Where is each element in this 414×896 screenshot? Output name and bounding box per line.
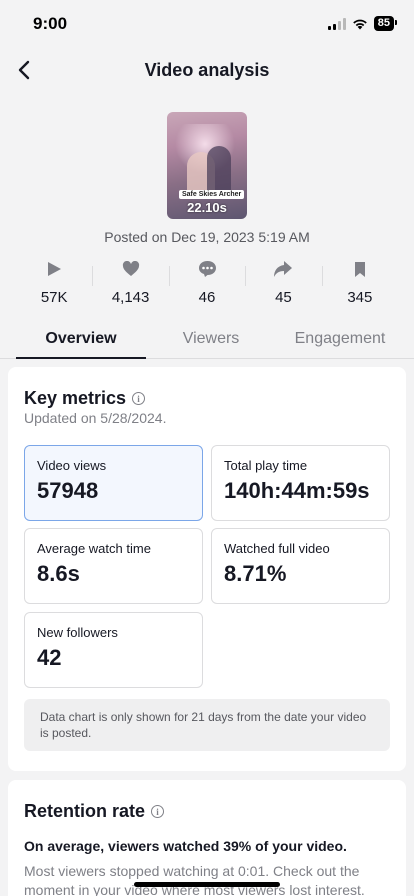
stat-views[interactable]: 57K — [16, 258, 92, 308]
key-metrics-card: Key metrics i Updated on 5/28/2024. Vide… — [8, 367, 406, 771]
stat-value: 57K — [40, 289, 68, 306]
metric-watched-full-video[interactable]: Watched full video 8.71% — [211, 528, 390, 604]
status-bar: 9:00 85 — [0, 0, 414, 48]
status-time: 9:00 — [33, 14, 68, 33]
posted-date: Posted on Dec 19, 2023 5:19 AM — [104, 229, 310, 245]
bookmark-icon — [354, 261, 365, 277]
tab-bar: Overview Viewers Engagement — [0, 318, 414, 359]
signal-icon — [327, 17, 346, 30]
retention-header: Retention rate i — [24, 801, 165, 822]
metric-new-followers[interactable]: New followers 42 — [24, 612, 203, 688]
status-icons: 85 — [327, 16, 398, 31]
metric-label: Watched full video — [224, 541, 330, 556]
data-chart-note: Data chart is only shown for 21 days fro… — [24, 699, 390, 751]
stat-value: 46 — [198, 289, 216, 306]
stat-comments[interactable]: 46 — [168, 258, 245, 308]
battery-indicator: 85 — [373, 16, 398, 31]
stat-value: 4,143 — [111, 289, 150, 306]
home-indicator[interactable] — [134, 882, 280, 887]
metric-value: 8.6s — [37, 561, 80, 586]
video-caption: Safe Skies Archer — [179, 190, 245, 199]
nav-bar: Video analysis — [0, 50, 414, 90]
tab-overview[interactable]: Overview — [16, 318, 146, 359]
metric-label: Average watch time — [37, 541, 151, 556]
video-duration: 22.10s — [187, 200, 227, 215]
comment-icon — [198, 261, 216, 277]
wifi-icon — [352, 19, 367, 29]
stats-row: 57K 4,143 46 45 345 — [16, 258, 398, 308]
retention-detail: Most viewers stopped watching at 0:01. C… — [24, 863, 365, 896]
info-icon[interactable]: i — [151, 805, 165, 818]
stat-shares[interactable]: 45 — [245, 258, 321, 308]
metric-value: 8.71% — [224, 561, 287, 586]
metric-total-play-time[interactable]: Total play time 140h:44m:59s — [211, 445, 390, 521]
retention-summary: On average, viewers watched 39% of your … — [24, 838, 347, 854]
key-metrics-header: Key metrics i — [24, 388, 146, 409]
video-thumbnail[interactable]: Safe Skies Archer 22.10s — [167, 112, 247, 219]
metric-label: Total play time — [224, 458, 308, 473]
stat-value: 45 — [275, 289, 292, 306]
key-metrics-title: Key metrics — [24, 388, 127, 408]
metric-value: 140h:44m:59s — [224, 478, 370, 503]
info-icon[interactable]: i — [132, 392, 146, 405]
tab-viewers[interactable]: Viewers — [146, 318, 276, 358]
stat-value: 345 — [347, 289, 373, 306]
retention-title: Retention rate — [24, 801, 146, 821]
retention-card: Retention rate i On average, viewers wat… — [8, 780, 406, 896]
stat-likes[interactable]: 4,143 — [92, 258, 168, 308]
metric-value: 42 — [37, 645, 62, 670]
metric-value: 57948 — [37, 478, 99, 503]
tab-engagement[interactable]: Engagement — [276, 318, 404, 358]
metric-label: Video views — [37, 458, 107, 473]
metric-video-views[interactable]: Video views 57948 — [24, 445, 203, 521]
metric-label: New followers — [37, 625, 118, 640]
share-icon — [274, 261, 293, 277]
play-icon — [48, 262, 62, 276]
updated-date: Updated on 5/28/2024. — [24, 410, 167, 426]
metric-average-watch-time[interactable]: Average watch time 8.6s — [24, 528, 203, 604]
stat-saves[interactable]: 345 — [321, 258, 398, 308]
page-title: Video analysis — [144, 60, 270, 80]
heart-icon — [122, 261, 139, 276]
